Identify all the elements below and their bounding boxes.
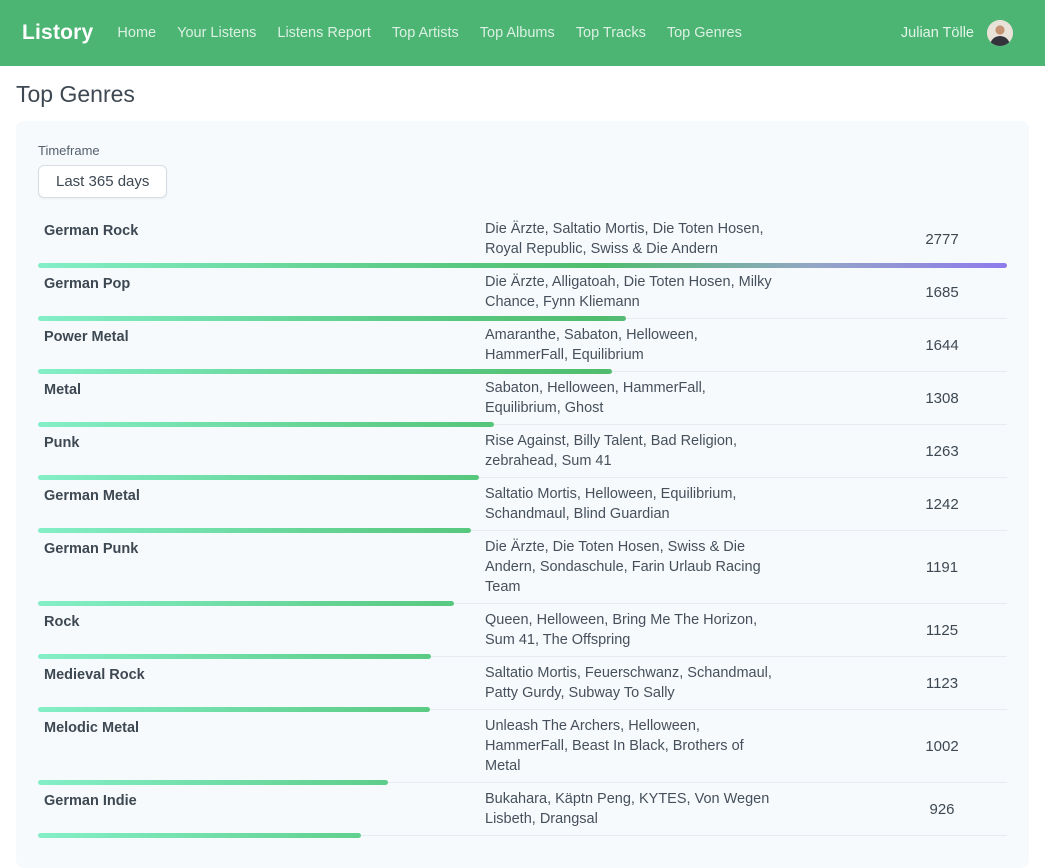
genre-count: 1125	[877, 622, 1007, 639]
genre-artists: Saltatio Mortis, Helloween, Equilibrium,…	[485, 484, 778, 524]
genre-bar-fill	[38, 475, 479, 480]
genre-row: Power Metal Amaranthe, Sabaton, Hellowee…	[38, 321, 1007, 374]
genre-count: 1191	[877, 559, 1007, 576]
genre-name: Metal	[44, 378, 485, 400]
genre-artists: Sabaton, Helloween, HammerFall, Equilibr…	[485, 378, 778, 418]
genre-artists: Die Ärzte, Saltatio Mortis, Die Toten Ho…	[485, 219, 778, 259]
genre-count: 1263	[877, 443, 1007, 460]
genre-bar-track	[38, 654, 1007, 659]
genre-name: German Rock	[44, 219, 485, 241]
genre-name: German Indie	[44, 789, 485, 811]
genre-count: 1685	[877, 284, 1007, 301]
genre-row: Melodic Metal Unleash The Archers, Hello…	[38, 712, 1007, 785]
nav-link-top-genres[interactable]: Top Genres	[667, 25, 742, 41]
genre-count: 1123	[877, 675, 1007, 692]
genre-artists: Die Ärzte, Alligatoah, Die Toten Hosen, …	[485, 272, 778, 312]
nav-link-your-listens[interactable]: Your Listens	[177, 25, 256, 41]
app-logo[interactable]: Listory	[22, 21, 93, 45]
genre-bar-fill	[38, 780, 388, 785]
top-genres-card: Timeframe Last 365 days German Rock Die …	[16, 121, 1029, 868]
genre-bar-fill	[38, 422, 494, 427]
genre-bar-fill	[38, 601, 454, 606]
genre-bar-fill	[38, 654, 431, 659]
genre-row: Rock Queen, Helloween, Bring Me The Hori…	[38, 606, 1007, 659]
page-title: Top Genres	[16, 81, 1029, 108]
genre-row: Medieval Rock Saltatio Mortis, Feuerschw…	[38, 659, 1007, 712]
genre-bar-track	[38, 475, 1007, 480]
genre-row: German Metal Saltatio Mortis, Helloween,…	[38, 480, 1007, 533]
nav-link-top-tracks[interactable]: Top Tracks	[576, 25, 646, 41]
genre-name: German Pop	[44, 272, 485, 294]
genre-bar-fill	[38, 833, 361, 838]
genre-row: Metal Sabaton, Helloween, HammerFall, Eq…	[38, 374, 1007, 427]
user-name: Julian Tölle	[901, 25, 974, 41]
timeframe-select[interactable]: Last 365 days	[38, 165, 167, 198]
user-menu[interactable]: Julian Tölle	[901, 20, 1013, 46]
genre-bar-track	[38, 369, 1007, 374]
genres-table: German Rock Die Ärzte, Saltatio Mortis, …	[38, 215, 1007, 838]
nav-link-listens-report[interactable]: Listens Report	[277, 25, 371, 41]
genre-name: German Punk	[44, 537, 485, 559]
genre-bar-fill	[38, 263, 1007, 268]
genre-bar-track	[38, 833, 1007, 838]
genre-count: 2777	[877, 231, 1007, 248]
avatar-photo-icon	[987, 20, 1013, 46]
genre-bar-fill	[38, 528, 471, 533]
genre-row: German Pop Die Ärzte, Alligatoah, Die To…	[38, 268, 1007, 321]
genre-count: 1242	[877, 496, 1007, 513]
genre-artists: Rise Against, Billy Talent, Bad Religion…	[485, 431, 778, 471]
genre-row: German Rock Die Ärzte, Saltatio Mortis, …	[38, 215, 1007, 268]
genre-artists: Die Ärzte, Die Toten Hosen, Swiss & Die …	[485, 537, 778, 597]
genre-bar-fill	[38, 316, 626, 321]
genre-artists: Bukahara, Käptn Peng, KYTES, Von Wegen L…	[485, 789, 778, 829]
user-avatar[interactable]	[987, 20, 1013, 46]
genre-bar-track	[38, 422, 1007, 427]
genre-bar-track	[38, 601, 1007, 606]
nav-links: Home Your Listens Listens Report Top Artist…	[117, 25, 900, 41]
genre-name: Power Metal	[44, 325, 485, 347]
genre-bar-track	[38, 707, 1007, 712]
genre-name: Melodic Metal	[44, 716, 485, 738]
genre-name: German Metal	[44, 484, 485, 506]
genre-artists: Saltatio Mortis, Feuerschwanz, Schandmau…	[485, 663, 778, 703]
genre-name: Medieval Rock	[44, 663, 485, 685]
genre-row: German Punk Die Ärzte, Die Toten Hosen, …	[38, 533, 1007, 606]
genre-count: 1644	[877, 337, 1007, 354]
nav-link-top-albums[interactable]: Top Albums	[480, 25, 555, 41]
nav-link-home[interactable]: Home	[117, 25, 156, 41]
genre-count: 926	[877, 801, 1007, 818]
genre-row: Punk Rise Against, Billy Talent, Bad Rel…	[38, 427, 1007, 480]
genre-artists: Unleash The Archers, Helloween, HammerFa…	[485, 716, 778, 776]
genre-count: 1002	[877, 738, 1007, 755]
genre-bar-track	[38, 316, 1007, 321]
genre-bar-track	[38, 528, 1007, 533]
genre-artists: Amaranthe, Sabaton, Helloween, HammerFal…	[485, 325, 778, 365]
timeframe-label: Timeframe	[38, 143, 1007, 158]
genre-row: German Indie Bukahara, Käptn Peng, KYTES…	[38, 785, 1007, 838]
genre-name: Rock	[44, 610, 485, 632]
navbar: Listory Home Your Listens Listens Report To…	[0, 0, 1045, 66]
nav-link-top-artists[interactable]: Top Artists	[392, 25, 459, 41]
genre-bar-track	[38, 263, 1007, 268]
genre-artists: Queen, Helloween, Bring Me The Horizon, …	[485, 610, 778, 650]
genre-count: 1308	[877, 390, 1007, 407]
genre-bar-fill	[38, 707, 430, 712]
genre-bar-track	[38, 780, 1007, 785]
genre-bar-fill	[38, 369, 612, 374]
genre-name: Punk	[44, 431, 485, 453]
